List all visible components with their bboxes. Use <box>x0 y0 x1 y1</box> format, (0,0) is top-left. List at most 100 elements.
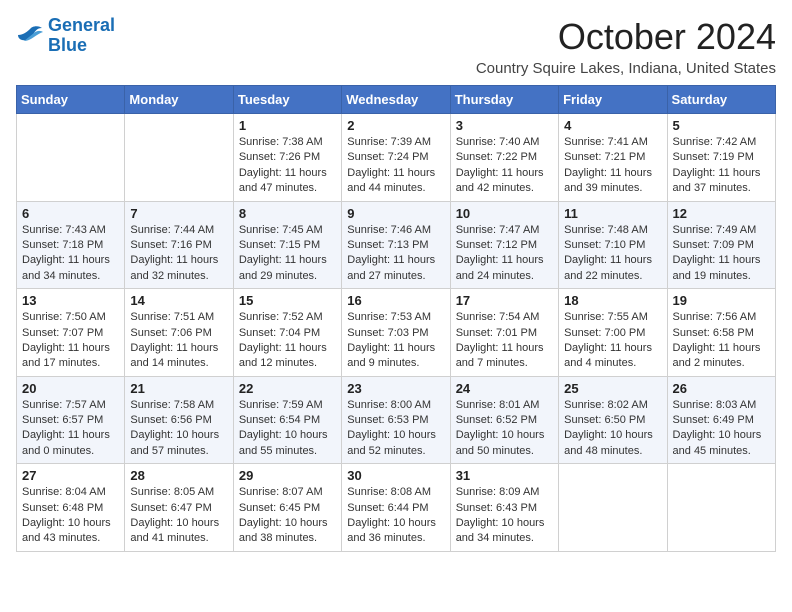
day-number: 25 <box>564 381 661 396</box>
calendar-cell: 24Sunrise: 8:01 AM Sunset: 6:52 PM Dayli… <box>450 376 558 464</box>
calendar-cell: 27 Sunrise: 8:04 AM Sunset: 6:48 PM Dayli… <box>17 464 125 552</box>
day-info: Sunrise: 8:08 AM Sunset: 6:44 PM Dayligh… <box>347 485 444 547</box>
day-number: 27 <box>22 468 119 483</box>
day-info: Sunrise: 7:49 AM Sunset: 7:09 PM Dayligh… <box>673 223 770 285</box>
col-thursday: Thursday <box>450 86 558 114</box>
calendar-cell: 8Sunrise: 7:45 AM Sunset: 7:15 PM Daylig… <box>233 201 341 289</box>
calendar-week-1: 1 Sunrise: 7:38 AM Sunset: 7:26 PM Daylig… <box>17 114 776 202</box>
calendar-cell: 4 Sunrise: 7:41 AM Sunset: 7:21 PM Daylig… <box>559 114 667 202</box>
day-info: Sunrise: 7:40 AM Sunset: 7:22 PM Dayligh… <box>456 135 553 197</box>
day-info: Sunrise: 7:54 AM Sunset: 7:01 PM Dayligh… <box>456 310 553 372</box>
day-info: Sunrise: 8:02 AM Sunset: 6:50 PM Dayligh… <box>564 398 661 460</box>
calendar-header-row: Sunday Monday Tuesday Wednesday Thursday… <box>17 86 776 114</box>
calendar-cell: 28 Sunrise: 8:05 AM Sunset: 6:47 PM Dayli… <box>125 464 233 552</box>
col-sunday: Sunday <box>17 86 125 114</box>
location-title: Country Squire Lakes, Indiana, United St… <box>476 60 776 77</box>
day-number: 10 <box>456 206 553 221</box>
day-info: Sunrise: 7:52 AM Sunset: 7:04 PM Dayligh… <box>239 310 336 372</box>
calendar-cell <box>125 114 233 202</box>
logo-line1: General <box>48 15 115 35</box>
calendar-cell: 12 Sunrise: 7:49 AM Sunset: 7:09 PM Dayli… <box>667 201 775 289</box>
day-number: 15 <box>239 293 336 308</box>
day-info: Sunrise: 7:38 AM Sunset: 7:26 PM Dayligh… <box>239 135 336 197</box>
day-info: Sunrise: 7:59 AM Sunset: 6:54 PM Dayligh… <box>239 398 336 460</box>
col-saturday: Saturday <box>667 86 775 114</box>
month-title: October 2024 <box>476 16 776 58</box>
calendar-cell: 26 Sunrise: 8:03 AM Sunset: 6:49 PM Dayli… <box>667 376 775 464</box>
day-number: 8 <box>239 206 336 221</box>
day-info: Sunrise: 8:05 AM Sunset: 6:47 PM Dayligh… <box>130 485 227 547</box>
day-number: 7 <box>130 206 227 221</box>
calendar-week-2: 6Sunrise: 7:43 AM Sunset: 7:18 PM Daylig… <box>17 201 776 289</box>
calendar-cell <box>17 114 125 202</box>
day-info: Sunrise: 7:56 AM Sunset: 6:58 PM Dayligh… <box>673 310 770 372</box>
col-friday: Friday <box>559 86 667 114</box>
title-block: October 2024 Country Squire Lakes, India… <box>476 16 776 77</box>
calendar-cell: 29Sunrise: 8:07 AM Sunset: 6:45 PM Dayli… <box>233 464 341 552</box>
calendar-week-3: 13Sunrise: 7:50 AM Sunset: 7:07 PM Dayli… <box>17 289 776 377</box>
col-wednesday: Wednesday <box>342 86 450 114</box>
day-number: 9 <box>347 206 444 221</box>
calendar-cell <box>667 464 775 552</box>
day-info: Sunrise: 8:00 AM Sunset: 6:53 PM Dayligh… <box>347 398 444 460</box>
day-number: 12 <box>673 206 770 221</box>
calendar-table: Sunday Monday Tuesday Wednesday Thursday… <box>16 85 776 552</box>
day-number: 11 <box>564 206 661 221</box>
day-number: 4 <box>564 118 661 133</box>
calendar-cell: 31Sunrise: 8:09 AM Sunset: 6:43 PM Dayli… <box>450 464 558 552</box>
day-number: 24 <box>456 381 553 396</box>
logo-icon <box>16 25 44 47</box>
calendar-cell: 21 Sunrise: 7:58 AM Sunset: 6:56 PM Dayli… <box>125 376 233 464</box>
day-number: 6 <box>22 206 119 221</box>
calendar-cell: 19 Sunrise: 7:56 AM Sunset: 6:58 PM Dayli… <box>667 289 775 377</box>
col-tuesday: Tuesday <box>233 86 341 114</box>
calendar-cell: 22 Sunrise: 7:59 AM Sunset: 6:54 PM Dayli… <box>233 376 341 464</box>
calendar-cell <box>559 464 667 552</box>
day-number: 14 <box>130 293 227 308</box>
calendar-week-4: 20 Sunrise: 7:57 AM Sunset: 6:57 PM Dayli… <box>17 376 776 464</box>
day-number: 17 <box>456 293 553 308</box>
day-number: 22 <box>239 381 336 396</box>
day-info: Sunrise: 7:46 AM Sunset: 7:13 PM Dayligh… <box>347 223 444 285</box>
calendar-cell: 7 Sunrise: 7:44 AM Sunset: 7:16 PM Daylig… <box>125 201 233 289</box>
day-info: Sunrise: 7:57 AM Sunset: 6:57 PM Dayligh… <box>22 398 119 460</box>
day-number: 21 <box>130 381 227 396</box>
calendar-week-5: 27 Sunrise: 8:04 AM Sunset: 6:48 PM Dayli… <box>17 464 776 552</box>
day-number: 28 <box>130 468 227 483</box>
day-info: Sunrise: 7:47 AM Sunset: 7:12 PM Dayligh… <box>456 223 553 285</box>
calendar-cell: 14 Sunrise: 7:51 AM Sunset: 7:06 PM Dayli… <box>125 289 233 377</box>
calendar-cell: 9 Sunrise: 7:46 AM Sunset: 7:13 PM Daylig… <box>342 201 450 289</box>
calendar-cell: 16Sunrise: 7:53 AM Sunset: 7:03 PM Dayli… <box>342 289 450 377</box>
logo-text: General Blue <box>48 16 115 56</box>
calendar-cell: 2Sunrise: 7:39 AM Sunset: 7:24 PM Daylig… <box>342 114 450 202</box>
day-number: 1 <box>239 118 336 133</box>
day-number: 26 <box>673 381 770 396</box>
day-number: 19 <box>673 293 770 308</box>
day-info: Sunrise: 8:07 AM Sunset: 6:45 PM Dayligh… <box>239 485 336 547</box>
calendar-cell: 5Sunrise: 7:42 AM Sunset: 7:19 PM Daylig… <box>667 114 775 202</box>
day-info: Sunrise: 7:51 AM Sunset: 7:06 PM Dayligh… <box>130 310 227 372</box>
day-info: Sunrise: 8:04 AM Sunset: 6:48 PM Dayligh… <box>22 485 119 547</box>
day-info: Sunrise: 7:50 AM Sunset: 7:07 PM Dayligh… <box>22 310 119 372</box>
col-monday: Monday <box>125 86 233 114</box>
day-number: 3 <box>456 118 553 133</box>
day-info: Sunrise: 7:58 AM Sunset: 6:56 PM Dayligh… <box>130 398 227 460</box>
day-info: Sunrise: 7:55 AM Sunset: 7:00 PM Dayligh… <box>564 310 661 372</box>
calendar-cell: 23Sunrise: 8:00 AM Sunset: 6:53 PM Dayli… <box>342 376 450 464</box>
calendar-cell: 10 Sunrise: 7:47 AM Sunset: 7:12 PM Dayli… <box>450 201 558 289</box>
calendar-cell: 11Sunrise: 7:48 AM Sunset: 7:10 PM Dayli… <box>559 201 667 289</box>
calendar-cell: 6Sunrise: 7:43 AM Sunset: 7:18 PM Daylig… <box>17 201 125 289</box>
day-info: Sunrise: 8:09 AM Sunset: 6:43 PM Dayligh… <box>456 485 553 547</box>
calendar-cell: 13Sunrise: 7:50 AM Sunset: 7:07 PM Dayli… <box>17 289 125 377</box>
calendar-cell: 3 Sunrise: 7:40 AM Sunset: 7:22 PM Daylig… <box>450 114 558 202</box>
day-info: Sunrise: 8:03 AM Sunset: 6:49 PM Dayligh… <box>673 398 770 460</box>
day-number: 20 <box>22 381 119 396</box>
day-info: Sunrise: 7:53 AM Sunset: 7:03 PM Dayligh… <box>347 310 444 372</box>
logo-line2: Blue <box>48 35 87 55</box>
day-number: 2 <box>347 118 444 133</box>
logo: General Blue <box>16 16 115 56</box>
calendar-cell: 30Sunrise: 8:08 AM Sunset: 6:44 PM Dayli… <box>342 464 450 552</box>
day-info: Sunrise: 7:41 AM Sunset: 7:21 PM Dayligh… <box>564 135 661 197</box>
day-info: Sunrise: 7:42 AM Sunset: 7:19 PM Dayligh… <box>673 135 770 197</box>
day-info: Sunrise: 7:44 AM Sunset: 7:16 PM Dayligh… <box>130 223 227 285</box>
